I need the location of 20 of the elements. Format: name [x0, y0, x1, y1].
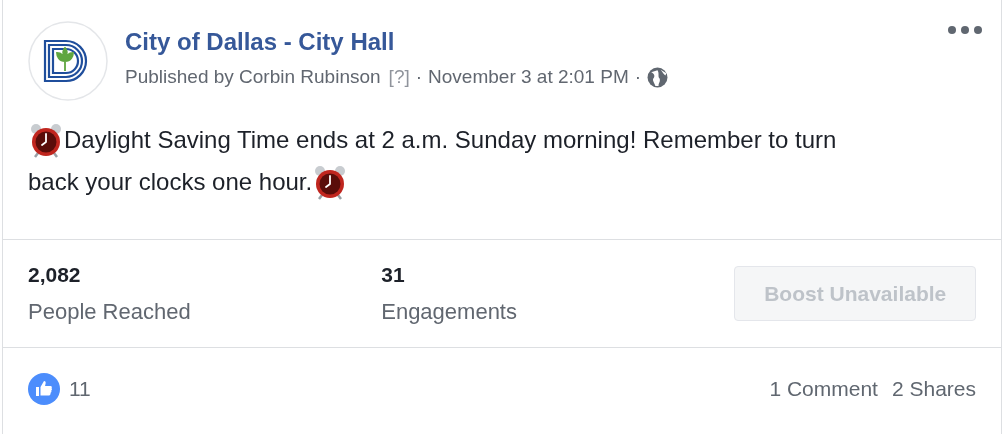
post-text: back your clocks one hour. — [28, 167, 313, 197]
stat-label: People Reached — [28, 297, 192, 326]
alarm-clock-icon — [28, 122, 64, 158]
publisher-text: Published by Corbin Rubinson — [125, 65, 381, 89]
page-name[interactable]: City of Dallas - City Hall — [125, 27, 947, 57]
stat-label: Engagements — [381, 297, 518, 326]
globe-icon — [647, 66, 669, 88]
city-logo[interactable] — [28, 21, 108, 101]
post-text: Daylight Saving Time ends at 2 a.m. Sunday morning! Remember to turn — [64, 125, 837, 155]
post-date[interactable]: November 3 at 2:01 PM — [428, 65, 629, 89]
stat-value: 31 — [381, 261, 406, 288]
shares-link[interactable]: 2 Shares — [891, 373, 976, 405]
more-options-icon[interactable] — [947, 25, 983, 35]
help-link[interactable]: [?] — [388, 65, 410, 89]
separator-dot: · — [634, 65, 642, 89]
like-count[interactable]: 11 — [69, 373, 91, 405]
separator-dot: · — [415, 65, 423, 89]
stat-value: 2,082 — [28, 261, 82, 288]
comments-link[interactable]: 1 Comment — [769, 373, 878, 405]
like-icon[interactable] — [28, 373, 60, 405]
